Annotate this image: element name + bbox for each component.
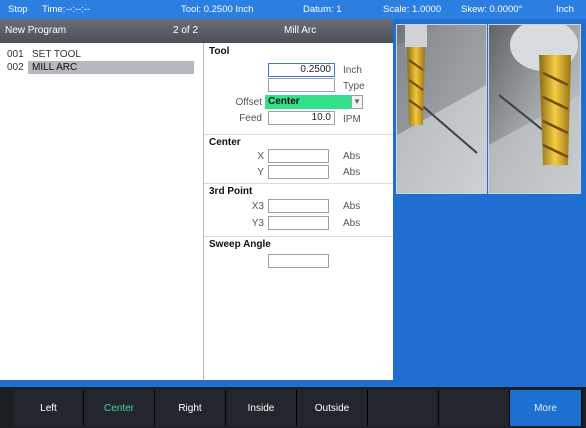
- sweep-angle-field[interactable]: [268, 254, 329, 268]
- center-y-unit: Abs: [343, 167, 361, 178]
- center-x-label: X: [257, 151, 264, 162]
- x3-unit: Abs: [343, 201, 361, 212]
- units-readout[interactable]: Inch: [556, 4, 574, 15]
- softkey-left[interactable]: Left: [14, 390, 84, 426]
- center-y-label: Y: [257, 167, 264, 178]
- softkey-center[interactable]: Center: [84, 390, 155, 426]
- status-bar: Stop Time: --:--:-- Tool: 0.2500 Inch Da…: [0, 0, 586, 19]
- tool-offset-preview-right: [488, 24, 581, 194]
- third-point-section-title: 3rd Point: [209, 186, 253, 197]
- scale-readout[interactable]: Scale: 1.0000: [383, 4, 441, 15]
- tool-diameter-unit: Inch: [343, 65, 362, 76]
- program-step-row-selected[interactable]: 002 MILL ARC: [0, 61, 203, 74]
- step-counter: 2 of 2: [173, 25, 199, 36]
- step-label: MILL ARC: [28, 61, 194, 74]
- program-step-row[interactable]: 001 SET TOOL: [0, 48, 203, 61]
- feed-unit: IPM: [343, 114, 361, 125]
- softkey-blank-7[interactable]: [439, 390, 510, 426]
- tool-offset-preview-left: [396, 24, 487, 194]
- x3-field[interactable]: [268, 199, 329, 213]
- y3-field[interactable]: [268, 216, 329, 230]
- y3-label: Y3: [251, 218, 264, 229]
- softkey-right[interactable]: Right: [155, 390, 226, 426]
- time-value: --:--:--: [66, 4, 91, 15]
- softkey-bar: Left Center Right Inside Outside More: [0, 387, 586, 428]
- program-step-list: 001 SET TOOL 002 MILL ARC: [0, 43, 204, 380]
- mill-arc-form: Tool 0.2500 Inch Type Offset Center ▼ Fe…: [204, 43, 393, 380]
- step-number: 001: [7, 49, 24, 60]
- feed-field[interactable]: 10.0: [268, 111, 335, 125]
- step-number: 002: [7, 62, 24, 73]
- operation-name: Mill Arc: [284, 25, 317, 36]
- sweep-angle-section: Sweep Angle: [204, 236, 393, 272]
- skew-readout[interactable]: Skew: 0.0000°: [461, 4, 522, 15]
- tool-section: Tool 0.2500 Inch Type Offset Center ▼ Fe…: [204, 43, 393, 135]
- softkey-blank-6[interactable]: [368, 390, 439, 426]
- tool-diameter-field[interactable]: 0.2500: [268, 63, 335, 77]
- softkey-more[interactable]: More: [510, 390, 582, 426]
- center-x-unit: Abs: [343, 151, 361, 162]
- sweep-angle-title: Sweep Angle: [209, 239, 271, 250]
- program-name: New Program: [5, 25, 67, 36]
- tool-section-title: Tool: [209, 46, 230, 57]
- time-label: Time:: [42, 4, 66, 15]
- center-section: Center X Abs Y Abs: [204, 134, 393, 184]
- softkey-outside[interactable]: Outside: [297, 390, 368, 426]
- dro-screen: Stop Time: --:--:-- Tool: 0.2500 Inch Da…: [0, 0, 586, 428]
- step-label: SET TOOL: [32, 49, 81, 60]
- y3-unit: Abs: [343, 218, 361, 229]
- tool-type-field[interactable]: [268, 78, 335, 92]
- softkey-inside[interactable]: Inside: [226, 390, 297, 426]
- status-mode[interactable]: Stop: [8, 4, 28, 15]
- offset-label: Offset: [235, 97, 263, 108]
- offset-dropdown[interactable]: Center: [265, 95, 351, 109]
- tool-readout[interactable]: Tool: 0.2500 Inch: [181, 4, 253, 15]
- milling-illustration: [489, 25, 580, 193]
- tool-type-label: Type: [343, 81, 365, 92]
- center-x-field[interactable]: [268, 149, 329, 163]
- milling-illustration: [397, 25, 486, 193]
- datum-readout[interactable]: Datum: 1: [303, 4, 342, 15]
- program-title-bar: New Program 2 of 2 Mill Arc: [0, 19, 393, 43]
- chevron-down-icon[interactable]: ▼: [351, 95, 363, 109]
- x3-label: X3: [251, 201, 264, 212]
- feed-label: Feed: [239, 113, 262, 124]
- center-y-field[interactable]: [268, 165, 329, 179]
- center-section-title: Center: [209, 137, 241, 148]
- third-point-section: 3rd Point X3 Abs Y3 Abs: [204, 183, 393, 237]
